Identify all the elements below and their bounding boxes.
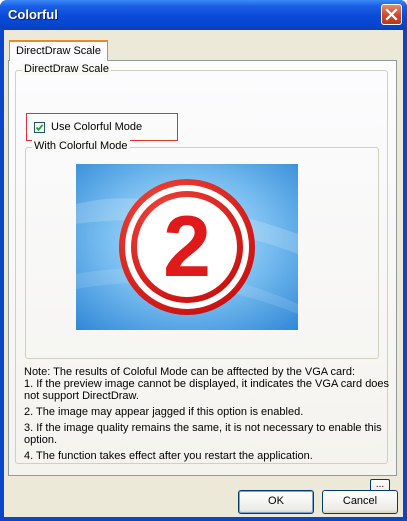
note-item-2: 2. The image may appear jagged if this o… <box>24 406 304 418</box>
preview-image: 2 <box>76 164 298 330</box>
use-colorful-mode-checkbox[interactable] <box>34 122 45 133</box>
window-title: Colorful <box>8 7 58 22</box>
close-button[interactable] <box>381 4 402 25</box>
close-icon <box>385 8 398 21</box>
ok-button[interactable]: OK <box>238 490 314 514</box>
dialog-client-area: DirectDraw Scale DirectDraw Scale Use Co… <box>4 30 403 517</box>
use-colorful-mode-label[interactable]: Use Colorful Mode <box>51 121 142 133</box>
use-colorful-mode-highlight: Use Colorful Mode <box>26 113 178 141</box>
tab-directdraw-scale[interactable]: DirectDraw Scale <box>9 40 108 61</box>
preview-graphic: 2 <box>76 164 298 330</box>
group-directdraw-scale-label: DirectDraw Scale <box>22 63 111 75</box>
note-intro: Note: The results of Coloful Mode can be… <box>24 366 356 378</box>
note-item-1: 1. If the preview image cannot be displa… <box>24 378 390 402</box>
group-with-colorful-mode-label: With Colorful Mode <box>32 140 130 152</box>
cancel-button[interactable]: Cancel <box>322 490 398 514</box>
tab-panel: DirectDraw Scale Use Colorful Mode With … <box>8 60 397 496</box>
notes-text: Note: The results of Coloful Mode can be… <box>24 366 394 466</box>
note-item-4: 4. The function takes effect after you r… <box>24 450 313 462</box>
checkmark-icon <box>35 124 44 132</box>
title-bar[interactable]: Colorful <box>0 0 407 30</box>
note-item-3: 3. If the image quality remains the same… <box>24 422 382 446</box>
dialog-window: Colorful DirectDraw Scale DirectDraw Sca… <box>0 0 407 521</box>
preview-digit: 2 <box>163 199 211 295</box>
